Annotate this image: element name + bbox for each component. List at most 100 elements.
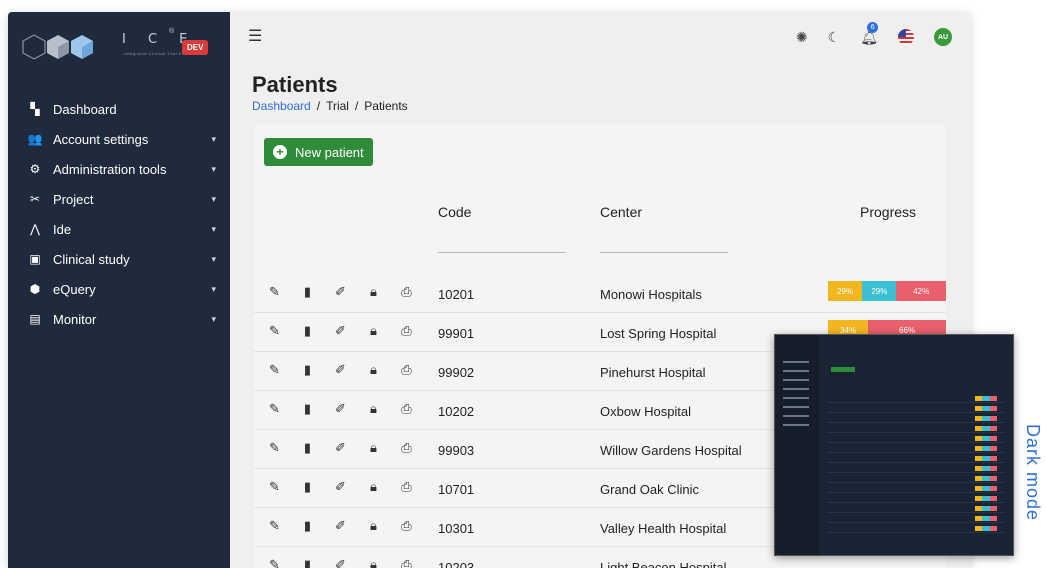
dark-preview-nav-line bbox=[783, 424, 809, 426]
print-icon[interactable]: ⎙ bbox=[390, 362, 423, 378]
sidebar-item-clinical-study[interactable]: ▣ Clinical study ▾ bbox=[8, 244, 230, 274]
sidebar-item-label: Monitor bbox=[53, 311, 97, 327]
dark-preview-progress bbox=[975, 426, 997, 431]
delete-trash-icon[interactable]: ▮ bbox=[291, 284, 324, 300]
print-icon[interactable]: ⎙ bbox=[390, 401, 423, 417]
chevron-down-icon: ▾ bbox=[211, 253, 216, 264]
dark-preview-nav-line bbox=[783, 406, 809, 408]
progress-segment: 29% bbox=[828, 281, 863, 301]
lock-icon[interactable]: 🔒︎ bbox=[357, 440, 390, 456]
sidebar-item-ide[interactable]: ⋀ Ide ▾ bbox=[8, 214, 230, 244]
sign-icon[interactable]: ✐ bbox=[324, 518, 357, 534]
print-icon[interactable]: ⎙ bbox=[390, 518, 423, 534]
dark-preview-nav-line bbox=[783, 415, 809, 417]
dark-preview-row bbox=[827, 425, 1005, 433]
sidebar-item-label: Account settings bbox=[53, 131, 149, 147]
dark-preview-nav-line bbox=[783, 370, 809, 372]
delete-trash-icon[interactable]: ▮ bbox=[291, 323, 324, 339]
page-title: Patients bbox=[252, 72, 338, 97]
users-icon: 👥 bbox=[27, 132, 43, 146]
lock-icon[interactable]: 🔒︎ bbox=[357, 557, 390, 568]
print-icon[interactable]: ⎙ bbox=[390, 557, 423, 568]
dark-preview-row bbox=[827, 495, 1005, 503]
delete-trash-icon[interactable]: ▮ bbox=[291, 518, 324, 534]
print-icon[interactable]: ⎙ bbox=[390, 323, 423, 339]
sidebar-item-equery[interactable]: ⬢ eQuery ▾ bbox=[8, 274, 230, 304]
print-icon[interactable]: ⎙ bbox=[390, 440, 423, 456]
sign-icon[interactable]: ✐ bbox=[324, 362, 357, 378]
edit-pencil-icon[interactable]: ✎ bbox=[258, 323, 291, 339]
cell-code: 10202 bbox=[438, 404, 475, 419]
dark-preview-row bbox=[827, 525, 1005, 533]
sidebar-item-dashboard[interactable]: ▚ Dashboard bbox=[8, 94, 230, 124]
cube-grey-icon bbox=[47, 35, 69, 59]
edit-pencil-icon[interactable]: ✎ bbox=[258, 401, 291, 417]
new-patient-button[interactable]: + New patient bbox=[264, 138, 373, 166]
sign-icon[interactable]: ✐ bbox=[324, 557, 357, 568]
cell-code: 99903 bbox=[438, 443, 475, 458]
sidebar-item-monitor[interactable]: ▤ Monitor ▾ bbox=[8, 304, 230, 334]
lock-icon[interactable]: 🔒︎ bbox=[357, 323, 390, 339]
dark-preview-nav-line bbox=[783, 361, 809, 363]
dark-preview-nav-line bbox=[783, 397, 809, 399]
edit-pencil-icon[interactable]: ✎ bbox=[258, 557, 291, 568]
breadcrumb-dashboard[interactable]: Dashboard bbox=[252, 99, 311, 113]
sign-icon[interactable]: ✐ bbox=[324, 284, 357, 300]
delete-trash-icon[interactable]: ▮ bbox=[291, 401, 324, 417]
edit-pencil-icon[interactable]: ✎ bbox=[258, 362, 291, 378]
sign-icon[interactable]: ✐ bbox=[324, 323, 357, 339]
chevron-down-icon: ▾ bbox=[211, 283, 216, 294]
code-filter-input[interactable] bbox=[438, 252, 566, 253]
dashboard-icon: ▚ bbox=[30, 102, 40, 116]
print-icon[interactable]: ⎙ bbox=[390, 479, 423, 495]
delete-trash-icon[interactable]: ▮ bbox=[291, 557, 324, 568]
edit-pencil-icon[interactable]: ✎ bbox=[258, 284, 291, 300]
edit-pencil-icon[interactable]: ✎ bbox=[258, 479, 291, 495]
edit-pencil-icon[interactable]: ✎ bbox=[258, 518, 291, 534]
dark-preview-progress bbox=[975, 456, 997, 461]
cell-center: Lost Spring Hospital bbox=[600, 326, 717, 341]
delete-trash-icon[interactable]: ▮ bbox=[291, 479, 324, 495]
edit-pencil-icon[interactable]: ✎ bbox=[258, 440, 291, 456]
lock-icon[interactable]: 🔒︎ bbox=[357, 401, 390, 417]
breadcrumb-trial[interactable]: Trial bbox=[326, 99, 349, 113]
lock-icon[interactable]: 🔒︎ bbox=[357, 284, 390, 300]
lock-icon[interactable]: 🔒︎ bbox=[357, 518, 390, 534]
settings-icon[interactable]: ✺ bbox=[796, 29, 808, 46]
sign-icon[interactable]: ✐ bbox=[324, 479, 357, 495]
delete-trash-icon[interactable]: ▮ bbox=[291, 362, 324, 378]
sign-icon[interactable]: ✐ bbox=[324, 401, 357, 417]
sidebar-item-project[interactable]: ✂ Project ▾ bbox=[8, 184, 230, 214]
table-row[interactable]: ✎ ▮ ✐ 🔒︎ ⎙ 10201 Monowi Hospitals 29% 29% 42% bbox=[254, 274, 946, 313]
lock-icon[interactable]: 🔒︎ bbox=[357, 479, 390, 495]
sign-icon[interactable]: ✐ bbox=[324, 440, 357, 456]
cell-code: 99901 bbox=[438, 326, 475, 341]
topbar-actions: ✺ ☾ 🔔︎ 6 AU bbox=[796, 21, 952, 46]
sidebar-item-label: Administration tools bbox=[53, 161, 167, 177]
sidebar-item-account-settings[interactable]: 👥 Account settings ▾ bbox=[8, 124, 230, 154]
cell-center: Monowi Hospitals bbox=[600, 287, 702, 302]
notification-bell-icon[interactable]: 🔔︎ 6 bbox=[860, 21, 879, 46]
dark-preview-row bbox=[827, 435, 1005, 443]
column-header-center[interactable]: Center bbox=[600, 204, 642, 220]
lock-icon[interactable]: 🔒︎ bbox=[357, 362, 390, 378]
column-header-progress[interactable]: Progress bbox=[860, 204, 916, 220]
print-icon[interactable]: ⎙ bbox=[390, 284, 423, 300]
dark-preview-nav-line bbox=[783, 388, 809, 390]
dark-preview-progress bbox=[975, 396, 997, 401]
user-avatar[interactable]: AU bbox=[934, 28, 952, 46]
dark-mode-moon-icon[interactable]: ☾ bbox=[828, 29, 841, 46]
gears-icon: ⚙ bbox=[29, 162, 41, 176]
sidebar: I C E ® Integrated Clinical Trial Enviro… bbox=[8, 12, 230, 568]
cell-center: Valley Health Hospital bbox=[600, 521, 727, 536]
menu-toggle-icon[interactable]: ☰ bbox=[248, 26, 262, 46]
us-flag-icon[interactable] bbox=[898, 29, 914, 45]
briefcase-icon: ▣ bbox=[29, 252, 41, 266]
row-actions: ✎ ▮ ✐ 🔒︎ ⎙ bbox=[258, 401, 423, 417]
delete-trash-icon[interactable]: ▮ bbox=[291, 440, 324, 456]
column-header-code[interactable]: Code bbox=[438, 204, 471, 220]
center-filter-input[interactable] bbox=[600, 252, 728, 253]
sidebar-item-administration-tools[interactable]: ⚙ Administration tools ▾ bbox=[8, 154, 230, 184]
dark-preview-row bbox=[827, 395, 1005, 403]
dark-preview-progress bbox=[975, 476, 997, 481]
